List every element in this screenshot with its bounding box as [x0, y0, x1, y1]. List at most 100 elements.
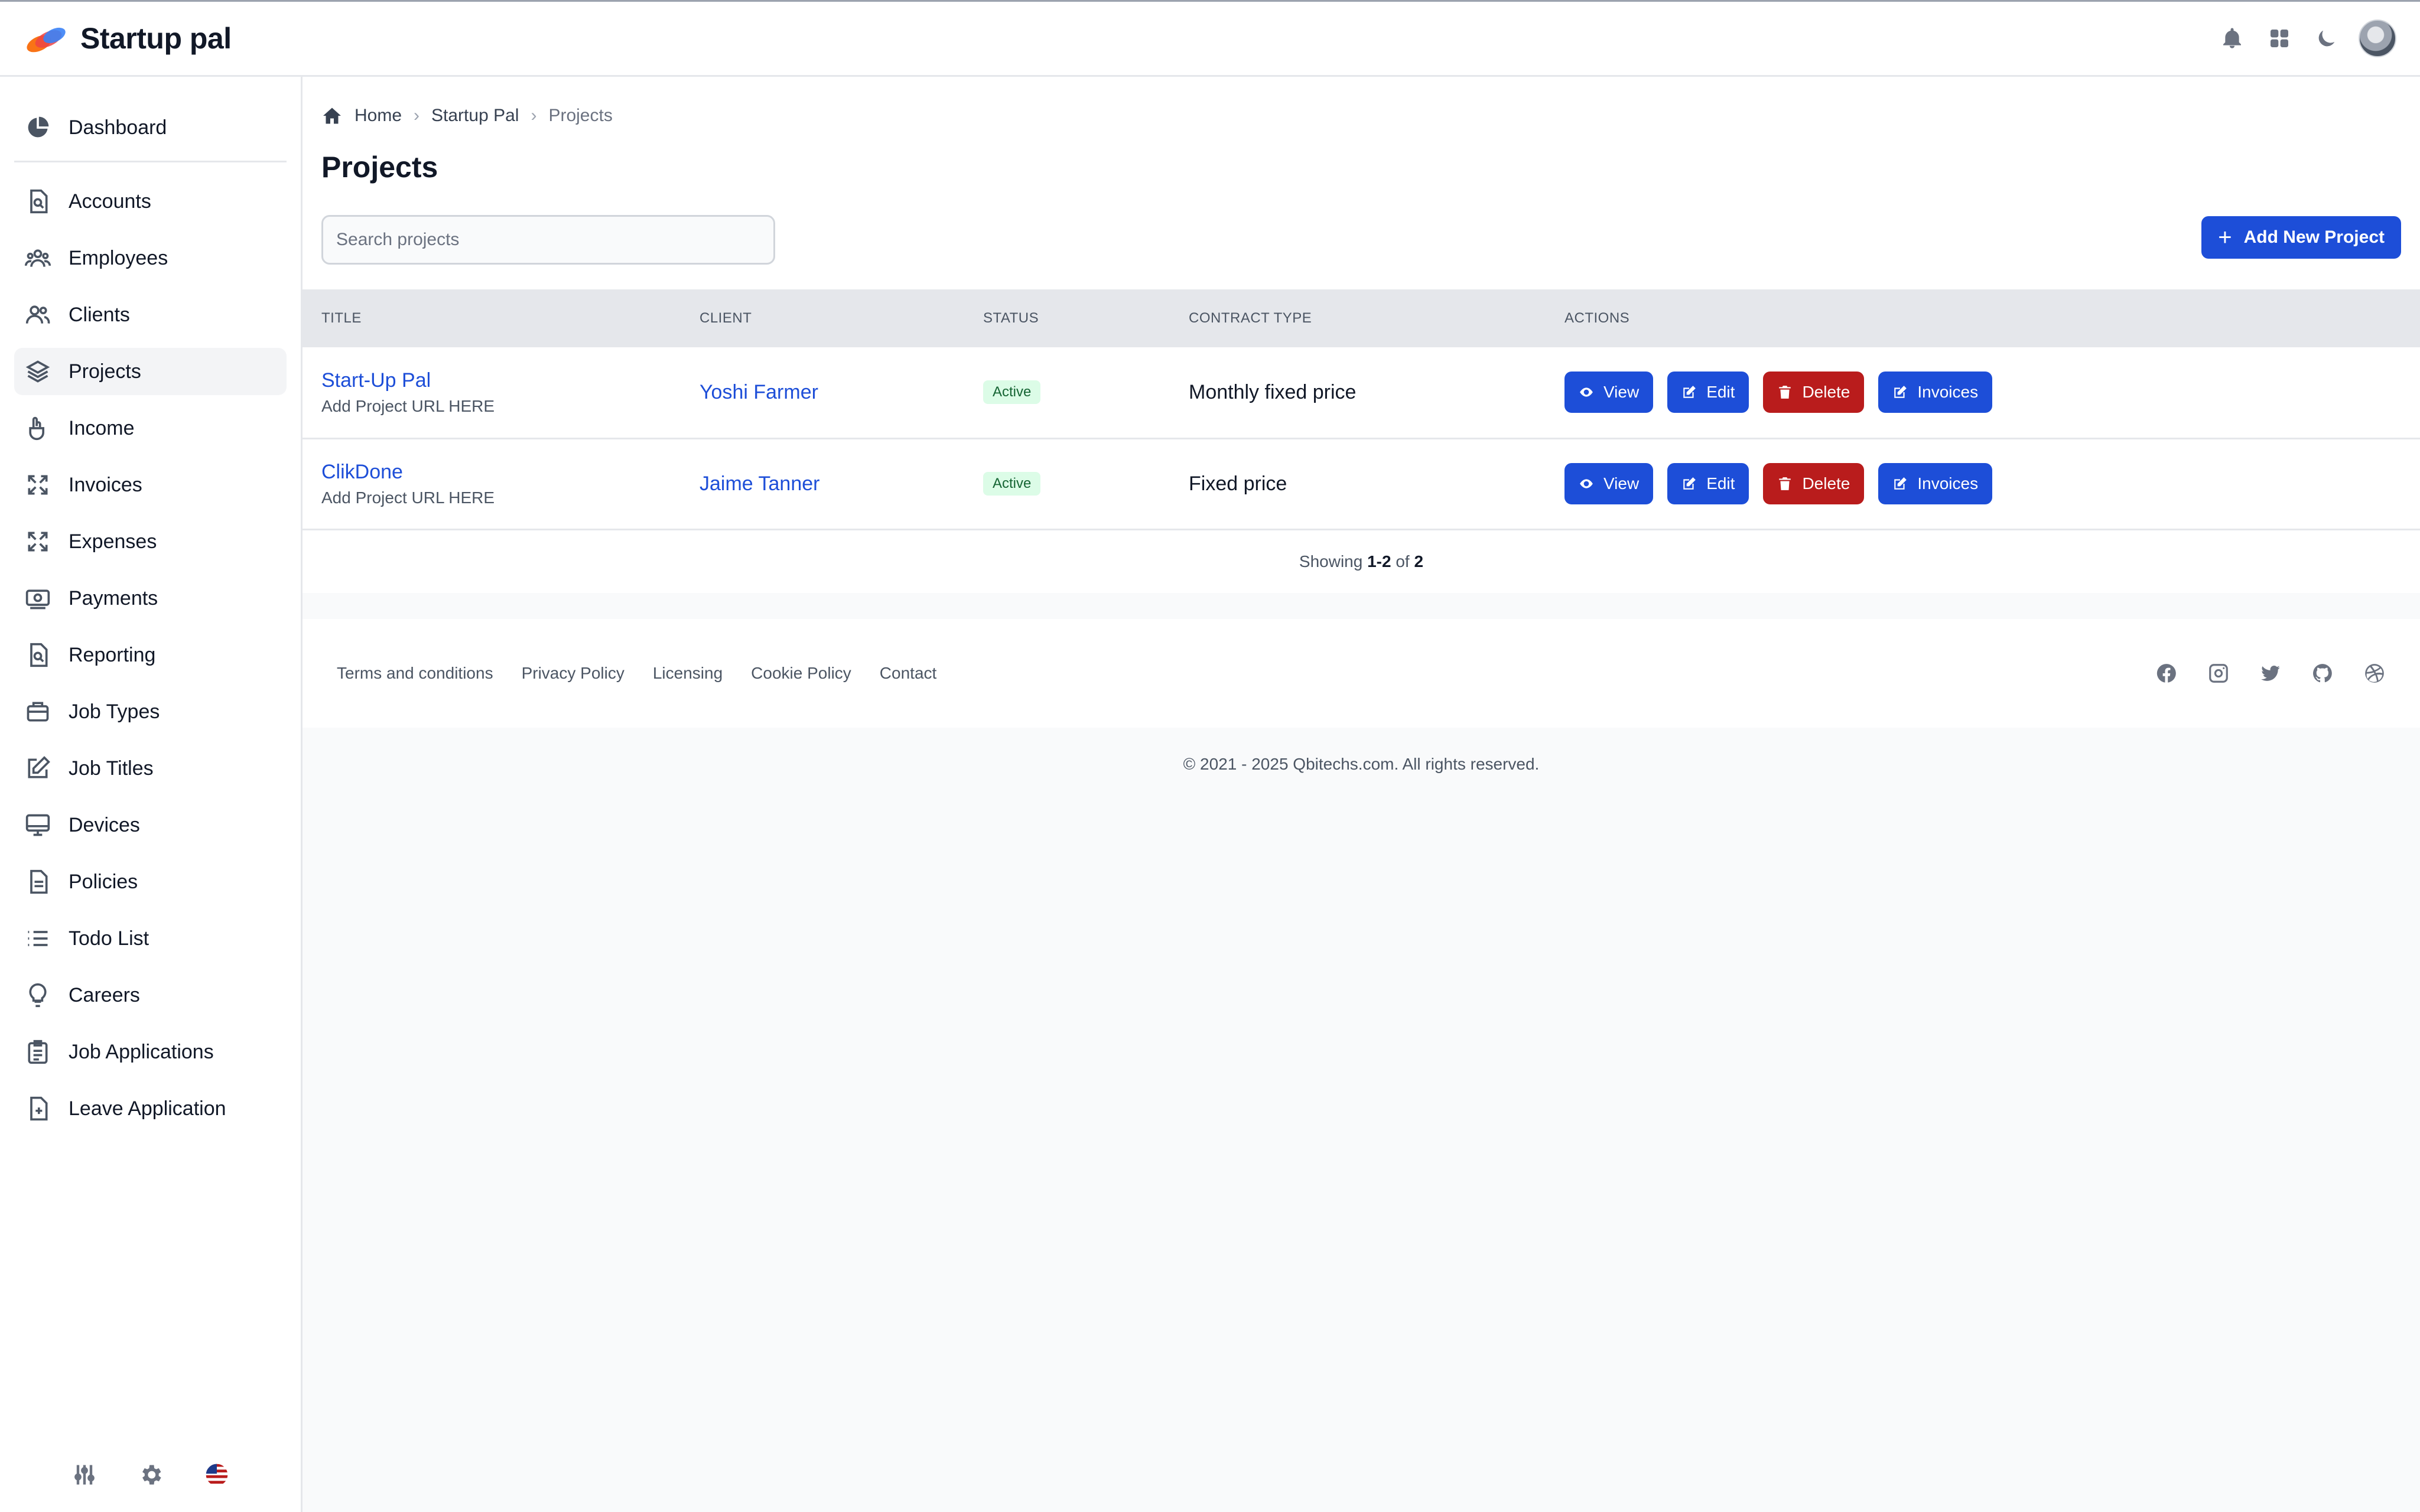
sidebar-item-careers[interactable]: Careers: [14, 972, 287, 1019]
view-button[interactable]: View: [1564, 372, 1654, 413]
project-title-link[interactable]: Start-Up Pal: [321, 369, 681, 392]
client-link[interactable]: Jaime Tanner: [700, 472, 820, 495]
adjustments-icon[interactable]: [71, 1461, 98, 1488]
brand[interactable]: Startup pal: [24, 21, 232, 56]
instagram-icon[interactable]: [2207, 662, 2230, 685]
expand-icon: [28, 475, 48, 495]
eye-icon: [1580, 387, 1593, 397]
sidebar-item-label: Job Applications: [69, 1040, 214, 1063]
layers-icon: [25, 360, 50, 383]
sidebar-item-devices[interactable]: Devices: [14, 801, 287, 849]
breadcrumb: Home › Startup Pal › Projects: [321, 103, 2401, 129]
sidebar-item-job-types[interactable]: Job Types: [14, 688, 287, 735]
list-icon: [28, 931, 48, 946]
sidebar-item-income[interactable]: Income: [14, 405, 287, 452]
delete-button[interactable]: Delete: [1763, 372, 1865, 413]
edit-button[interactable]: Edit: [1667, 463, 1749, 504]
page-title: Projects: [321, 151, 438, 184]
sidebar-item-dashboard[interactable]: Dashboard: [14, 104, 287, 151]
breadcrumb-home[interactable]: Home: [354, 106, 402, 126]
github-icon[interactable]: [2311, 662, 2334, 685]
document-search-icon: [30, 189, 48, 214]
page-footer: Terms and conditions Privacy Policy Lice…: [302, 619, 2420, 728]
document-icon: [30, 869, 48, 894]
lightbulb-icon: [29, 983, 47, 1008]
pagination-total: 2: [1414, 552, 1424, 571]
invoices-button[interactable]: Invoices: [1878, 372, 1993, 413]
sidebar-item-label: Reporting: [69, 643, 156, 666]
pencil-square-icon: [28, 756, 50, 778]
notifications-bell-icon[interactable]: [2208, 15, 2256, 62]
footer-links: Terms and conditions Privacy Policy Lice…: [337, 664, 936, 683]
top-navbar: Startup pal: [0, 0, 2420, 77]
view-label: View: [1603, 474, 1640, 493]
sidebar-item-invoices[interactable]: Invoices: [14, 461, 287, 509]
client-link[interactable]: Yoshi Farmer: [700, 381, 818, 403]
footer-link-licensing[interactable]: Licensing: [653, 664, 723, 683]
sidebar-item-accounts[interactable]: Accounts: [14, 178, 287, 225]
eye-icon: [1580, 479, 1593, 488]
search-input[interactable]: [321, 215, 775, 265]
sidebar-item-leave-application[interactable]: Leave Application: [14, 1085, 287, 1132]
sidebar-item-job-titles[interactable]: Job Titles: [14, 745, 287, 792]
breadcrumb-startup-pal[interactable]: Startup Pal: [431, 106, 519, 126]
column-header-status: STATUS: [983, 310, 1039, 326]
footer-link-privacy[interactable]: Privacy Policy: [522, 664, 624, 683]
footer-link-cookie[interactable]: Cookie Policy: [751, 664, 851, 683]
invoices-label: Invoices: [1917, 383, 1979, 402]
users-group-icon: [25, 249, 51, 267]
apps-grid-icon[interactable]: [2256, 15, 2303, 62]
contract-type: Fixed price: [1189, 472, 1287, 495]
plus-icon: +: [2218, 224, 2232, 250]
sidebar-item-job-applications[interactable]: Job Applications: [14, 1028, 287, 1076]
sidebar-item-label: Projects: [69, 360, 141, 383]
view-label: View: [1603, 383, 1640, 402]
sidebar-item-expenses[interactable]: Expenses: [14, 518, 287, 565]
sidebar-item-projects[interactable]: Projects: [14, 348, 287, 395]
pagination-summary: Showing 1-2 of 2: [302, 530, 2420, 593]
add-new-project-button[interactable]: + Add New Project: [2201, 216, 2401, 259]
user-avatar[interactable]: [2359, 19, 2396, 57]
footer-link-terms[interactable]: Terms and conditions: [337, 664, 493, 683]
document-plus-icon: [30, 1096, 48, 1121]
settings-gear-icon[interactable]: [137, 1461, 164, 1488]
project-title-link[interactable]: ClikDone: [321, 461, 681, 484]
chevron-right-icon: ›: [531, 106, 537, 125]
add-new-project-label: Add New Project: [2243, 227, 2385, 247]
app-root: Startup pal Dashboard Accounts Employees…: [0, 0, 2420, 1512]
app-name: Startup pal: [80, 22, 232, 55]
sidebar-item-label: Devices: [69, 813, 140, 836]
language-flag-us-icon[interactable]: [203, 1461, 230, 1488]
view-button[interactable]: View: [1564, 463, 1654, 504]
home-icon: [323, 107, 341, 124]
sidebar-item-label: Invoices: [69, 473, 142, 496]
sidebar-item-label: Income: [69, 416, 135, 439]
invoices-button[interactable]: Invoices: [1878, 463, 1993, 504]
twitter-icon[interactable]: [2259, 662, 2282, 685]
trash-icon: [1779, 386, 1791, 399]
footer-link-contact[interactable]: Contact: [880, 664, 937, 683]
sidebar-item-employees[interactable]: Employees: [14, 234, 287, 282]
trash-icon: [1779, 477, 1791, 490]
sidebar-item-clients[interactable]: Clients: [14, 291, 287, 338]
dark-mode-moon-icon[interactable]: [2303, 15, 2350, 62]
sidebar-item-payments[interactable]: Payments: [14, 575, 287, 622]
edit-icon: [1894, 386, 1907, 398]
project-url: Add Project URL HERE: [321, 488, 495, 507]
row-actions: View Edit Delete Invoices: [1564, 463, 2420, 504]
column-header-title: TITLE: [321, 310, 362, 326]
sidebar-item-label: Job Titles: [69, 757, 154, 780]
edit-button[interactable]: Edit: [1667, 372, 1749, 413]
facebook-icon[interactable]: [2155, 662, 2178, 685]
projects-table: TITLE CLIENT STATUS CONTRACT TYPE ACTION…: [302, 289, 2420, 530]
column-header-actions: ACTIONS: [1564, 310, 1630, 326]
sidebar-item-policies[interactable]: Policies: [14, 858, 287, 905]
hand-coin-icon: [29, 416, 44, 441]
column-header-contract-type: CONTRACT TYPE: [1189, 310, 1312, 326]
briefcase-icon: [27, 702, 49, 722]
dribbble-icon[interactable]: [2363, 662, 2386, 685]
sidebar-item-todo-list[interactable]: Todo List: [14, 915, 287, 962]
sidebar-item-label: Dashboard: [69, 116, 167, 139]
sidebar-item-reporting[interactable]: Reporting: [14, 631, 287, 679]
delete-button[interactable]: Delete: [1763, 463, 1865, 504]
